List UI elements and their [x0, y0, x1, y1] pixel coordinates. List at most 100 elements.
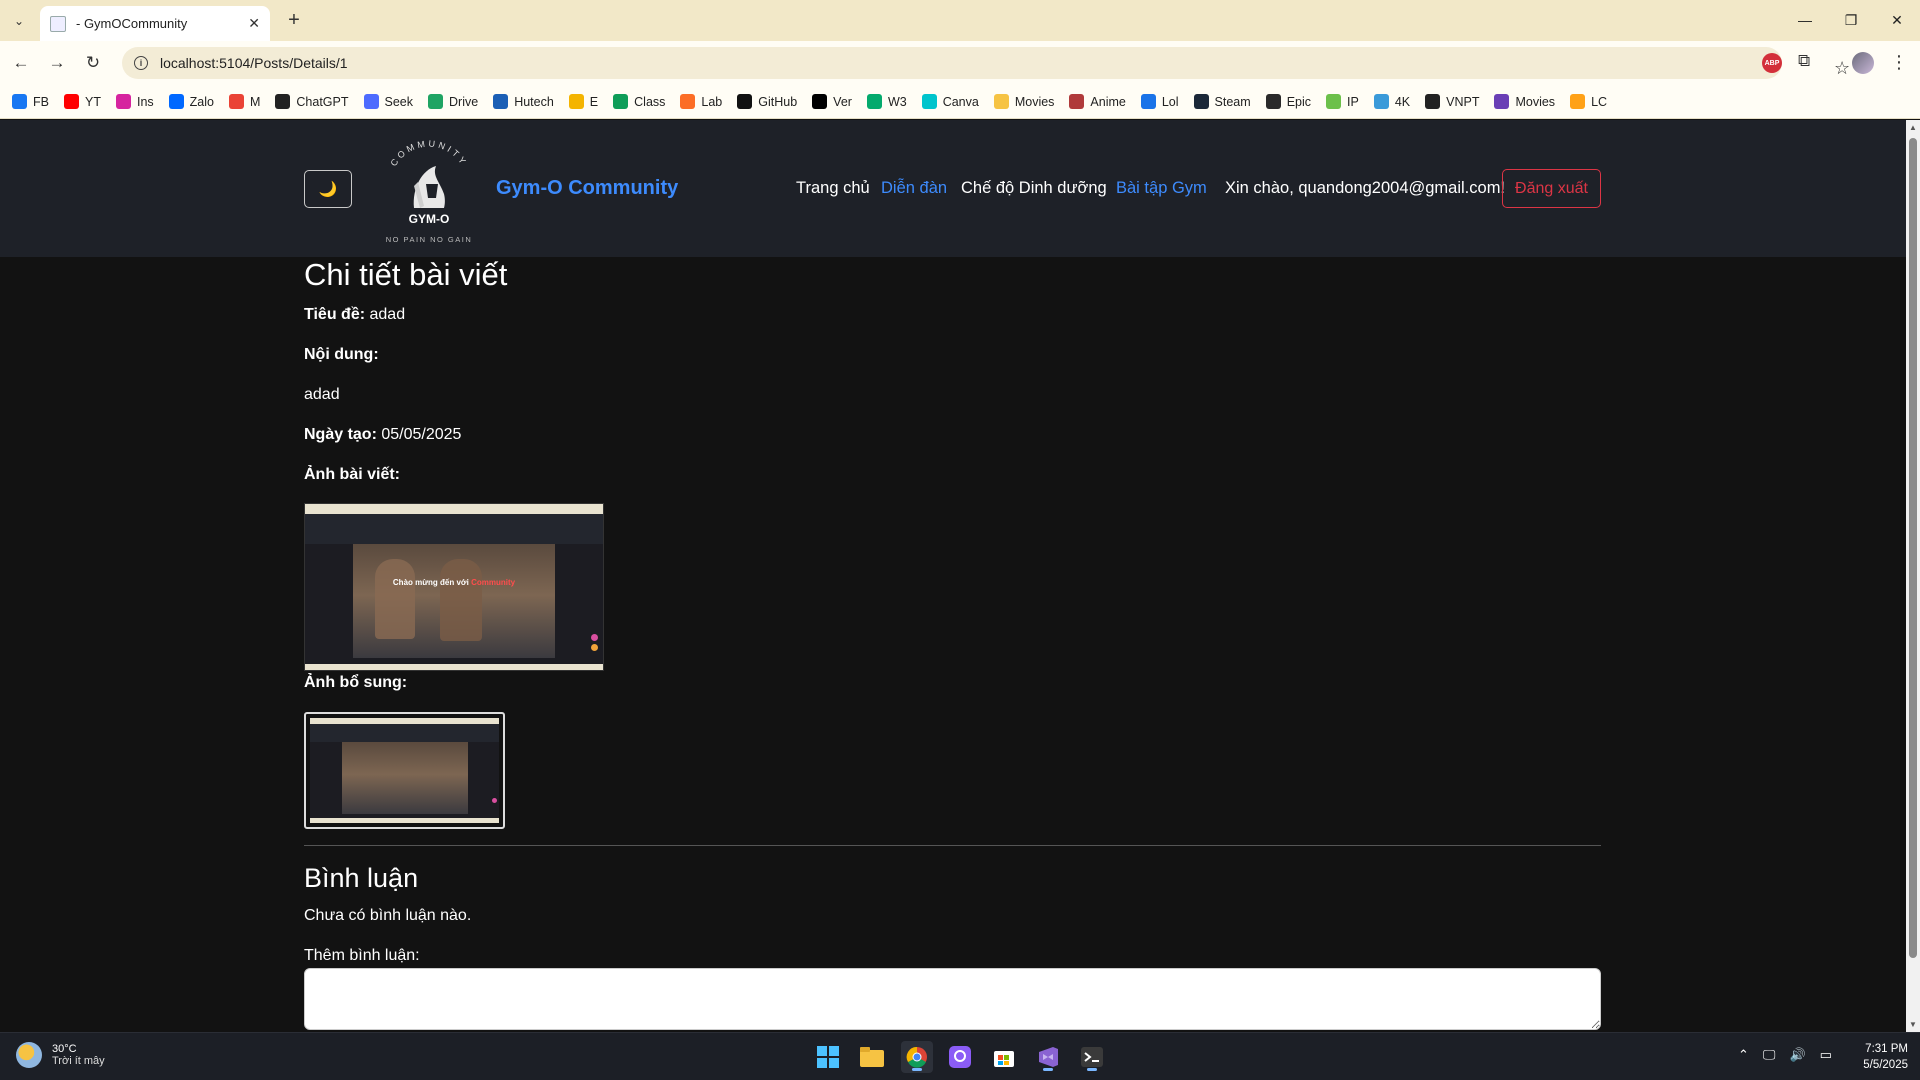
microsoft-store-icon[interactable]: [988, 1041, 1020, 1073]
forward-icon[interactable]: →: [45, 51, 69, 75]
weather-widget[interactable]: 30°C Trời ít mây: [16, 1042, 105, 1068]
bookmark-item[interactable]: Movies: [993, 94, 1054, 109]
site-navbar: 🌙 COMMUNITY GYM-O NO PAIN NO GAIN Gym-O …: [0, 120, 1906, 257]
active-tab[interactable]: - GymOCommunity ✕: [40, 6, 270, 41]
adblock-extension-icon[interactable]: ABP: [1762, 53, 1782, 73]
bookmark-item[interactable]: Class: [613, 94, 665, 109]
reload-icon[interactable]: ↻: [81, 51, 105, 75]
visual-studio-icon[interactable]: [1032, 1041, 1064, 1073]
taskbar-clock[interactable]: 7:31 PM 5/5/2025: [1852, 1041, 1908, 1073]
bookmark-item[interactable]: Anime: [1069, 94, 1126, 109]
bookmark-item[interactable]: M: [228, 94, 261, 109]
file-explorer-icon[interactable]: [856, 1041, 888, 1073]
podcast-app-icon[interactable]: [944, 1041, 976, 1073]
nav-link-forum[interactable]: Diễn đàn: [881, 179, 947, 198]
logo-slogan-text: NO PAIN NO GAIN: [386, 235, 473, 244]
bookmark-item[interactable]: LC: [1570, 94, 1607, 109]
bookmark-label: Seek: [384, 94, 414, 109]
bookmark-favicon-icon: [680, 94, 696, 109]
bookmark-item[interactable]: E: [568, 94, 598, 109]
bookmark-favicon-icon: [228, 94, 244, 109]
bookmark-favicon-icon: [428, 94, 444, 109]
bookmark-label: M: [249, 94, 261, 109]
network-icon[interactable]: 🖵: [1763, 1047, 1776, 1063]
bookmark-item[interactable]: Epic: [1265, 94, 1311, 109]
site-info-icon[interactable]: i: [134, 56, 148, 70]
comment-textarea[interactable]: [304, 968, 1601, 1030]
bookmark-item[interactable]: ChatGPT: [275, 94, 349, 109]
nav-link-nutrition[interactable]: Chế độ Dinh dưỡng: [961, 179, 1107, 198]
page-title: Chi tiết bài viết: [304, 257, 508, 292]
bookmark-item[interactable]: IP: [1326, 94, 1359, 109]
bookmark-favicon-icon: [275, 94, 291, 109]
tab-strip: ⌄ - GymOCommunity ✕ + — ❐ ✕: [0, 0, 1920, 41]
bookmark-star-icon[interactable]: ☆: [1834, 58, 1850, 79]
volume-icon[interactable]: 🔊: [1789, 1047, 1805, 1063]
profile-avatar[interactable]: [1852, 52, 1874, 74]
bookmark-item[interactable]: VNPT: [1425, 94, 1479, 109]
start-menu-icon[interactable]: [812, 1041, 844, 1073]
nav-link-home[interactable]: Trang chủ: [796, 179, 870, 198]
bookmark-item[interactable]: Drive: [428, 94, 478, 109]
bookmark-label: LC: [1591, 94, 1608, 109]
brand-link[interactable]: Gym-O Community: [496, 177, 678, 200]
bookmark-item[interactable]: Ver: [812, 94, 852, 109]
scroll-down-icon[interactable]: ▼: [1909, 1020, 1917, 1029]
user-greeting[interactable]: Xin chào, quandong2004@gmail.com!: [1225, 179, 1505, 198]
browser-menu-icon[interactable]: ⋮: [1890, 52, 1908, 73]
new-tab-icon[interactable]: +: [282, 8, 306, 32]
post-main-image[interactable]: Chào mừng đến với Community: [304, 503, 604, 671]
scroll-up-icon[interactable]: ▲: [1909, 123, 1917, 132]
bookmark-item[interactable]: Lab: [680, 94, 722, 109]
bookmark-label: ChatGPT: [296, 94, 349, 109]
minimize-icon[interactable]: —: [1790, 8, 1820, 32]
clock-time: 7:31 PM: [1865, 1043, 1908, 1055]
bookmark-favicon-icon: [1265, 94, 1281, 109]
address-bar[interactable]: i localhost:5104/Posts/Details/1 ☆: [122, 47, 1850, 79]
bookmark-label: Class: [634, 94, 666, 109]
bookmark-favicon-icon: [993, 94, 1009, 109]
back-icon[interactable]: ←: [9, 51, 33, 75]
post-title-value: adad: [369, 306, 406, 323]
bookmark-item[interactable]: FB: [12, 94, 49, 109]
bookmark-item[interactable]: Hutech: [493, 94, 554, 109]
bookmark-favicon-icon: [12, 94, 27, 109]
bookmark-label: Ver: [833, 94, 852, 109]
nav-link-workouts[interactable]: Bài tập Gym: [1116, 179, 1207, 198]
bookmark-item[interactable]: Ins: [115, 94, 154, 109]
bookmark-favicon-icon: [1373, 94, 1389, 109]
bookmark-item[interactable]: Canva: [921, 94, 979, 109]
chrome-icon[interactable]: [901, 1041, 933, 1073]
tray-overflow-icon[interactable]: ⌃: [1738, 1047, 1749, 1063]
tab-search-icon[interactable]: ⌄: [8, 10, 30, 32]
site-logo[interactable]: COMMUNITY GYM-O NO PAIN NO GAIN: [374, 138, 484, 248]
bookmark-item[interactable]: Lol: [1140, 94, 1179, 109]
post-content-label-row: Nội dung:: [304, 346, 379, 364]
bookmark-item[interactable]: GitHub: [737, 94, 797, 109]
bookmark-favicon-icon: [168, 94, 184, 109]
logout-button[interactable]: Đăng xuất: [1502, 169, 1601, 208]
terminal-icon[interactable]: [1076, 1041, 1108, 1073]
battery-icon[interactable]: ▭: [1820, 1047, 1832, 1063]
bookmark-item[interactable]: Zalo: [168, 94, 214, 109]
bookmark-label: Drive: [449, 94, 479, 109]
scrollbar-thumb[interactable]: [1909, 138, 1917, 958]
bookmark-favicon-icon: [363, 94, 379, 109]
extra-image-thumbnail[interactable]: [304, 712, 505, 829]
url-text[interactable]: localhost:5104/Posts/Details/1: [160, 55, 348, 71]
bookmark-item[interactable]: YT: [63, 94, 101, 109]
post-content-value: adad: [304, 386, 340, 403]
extensions-puzzle-icon[interactable]: ⧉: [1798, 51, 1810, 71]
bookmark-item[interactable]: W3: [866, 94, 907, 109]
post-image-label: Ảnh bài viết:: [304, 466, 401, 483]
bookmark-item[interactable]: Movies: [1494, 94, 1555, 109]
page-scrollbar[interactable]: ▲ ▼: [1906, 120, 1920, 1032]
window-close-icon[interactable]: ✕: [1882, 8, 1912, 32]
bookmark-item[interactable]: Seek: [363, 94, 414, 109]
restore-icon[interactable]: ❐: [1836, 8, 1866, 32]
bookmark-item[interactable]: Steam: [1193, 94, 1251, 109]
close-tab-icon[interactable]: ✕: [248, 15, 260, 32]
theme-toggle-button[interactable]: 🌙: [304, 170, 352, 208]
page-viewport: 🌙 COMMUNITY GYM-O NO PAIN NO GAIN Gym-O …: [0, 120, 1906, 1032]
bookmark-item[interactable]: 4K: [1373, 94, 1410, 109]
